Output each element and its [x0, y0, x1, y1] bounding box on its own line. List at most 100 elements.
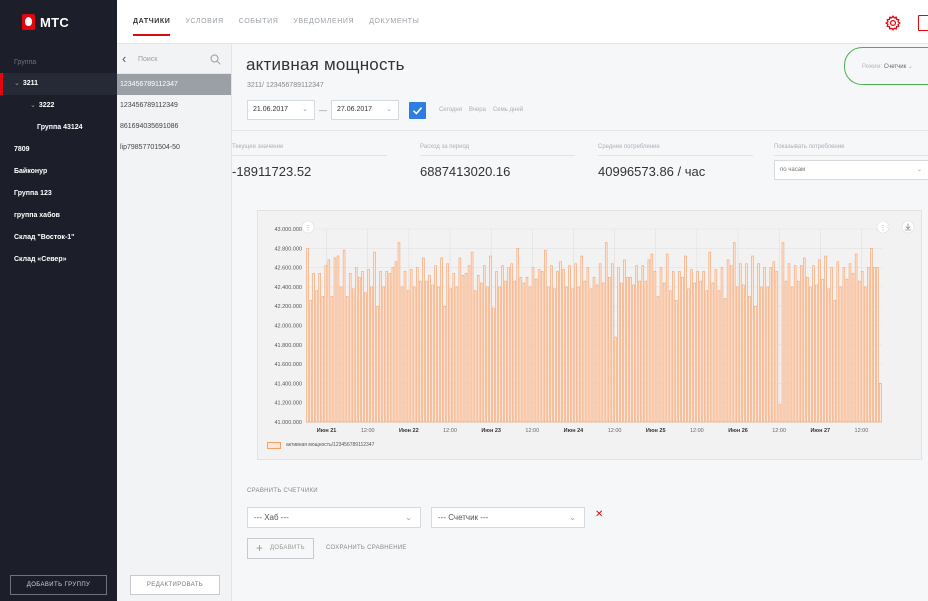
bar[interactable]	[361, 271, 364, 423]
bar[interactable]	[809, 286, 812, 423]
bar[interactable]	[382, 286, 385, 423]
tab-conditions[interactable]: условия	[185, 0, 223, 44]
bar[interactable]	[528, 286, 532, 423]
bar[interactable]	[586, 267, 590, 423]
bar[interactable]	[781, 242, 785, 423]
bar[interactable]	[556, 271, 559, 423]
bar[interactable]	[568, 265, 571, 423]
bar[interactable]	[693, 282, 696, 423]
bar[interactable]	[772, 261, 776, 423]
bar[interactable]	[315, 290, 318, 423]
bar[interactable]	[495, 271, 498, 423]
sidebar-item-warehouse-sever[interactable]: Склад «Север»	[0, 249, 117, 271]
bar[interactable]	[513, 280, 517, 423]
bar[interactable]	[412, 286, 416, 423]
bar[interactable]	[845, 278, 849, 423]
bar[interactable]	[699, 280, 702, 423]
bar[interactable]	[623, 259, 626, 423]
bar[interactable]	[522, 282, 526, 423]
close-icon[interactable]: ✕	[595, 509, 603, 520]
bar[interactable]	[742, 284, 745, 423]
save-comparison-button[interactable]: сохранить сравнение	[326, 545, 407, 551]
bar[interactable]	[574, 263, 577, 423]
bar[interactable]	[330, 296, 334, 423]
bar[interactable]	[647, 259, 651, 423]
bar[interactable]	[714, 269, 718, 423]
bar[interactable]	[458, 257, 462, 423]
bar[interactable]	[470, 251, 474, 423]
bar[interactable]	[732, 242, 736, 423]
bar[interactable]	[705, 290, 709, 423]
bar[interactable]	[684, 255, 687, 423]
bar[interactable]	[790, 286, 794, 423]
sidebar-item-3211[interactable]: ⌄ 3211	[0, 73, 117, 95]
bar[interactable]	[336, 255, 340, 423]
bar[interactable]	[745, 263, 748, 423]
bar[interactable]	[364, 292, 367, 423]
bar[interactable]	[760, 286, 763, 423]
consumption-period-select[interactable]: по часам ⌄	[774, 160, 928, 180]
bar[interactable]	[827, 288, 830, 423]
bar[interactable]	[519, 276, 523, 423]
bar[interactable]	[595, 284, 599, 423]
edit-button[interactable]: редактировать	[130, 575, 220, 595]
sidebar-item-warehouse-vostok[interactable]: Склад "Восток-1"	[0, 227, 117, 249]
bar[interactable]	[547, 286, 550, 423]
bar[interactable]	[720, 267, 724, 423]
bar[interactable]	[796, 280, 800, 423]
sidebar-item-group-43124[interactable]: Группа 43124	[0, 117, 117, 139]
bar[interactable]	[431, 284, 434, 423]
device-item[interactable]: lip79857701504-50	[117, 137, 231, 158]
bar[interactable]	[617, 267, 620, 423]
bar[interactable]	[415, 267, 419, 423]
bar[interactable]	[321, 296, 325, 423]
bar[interactable]	[784, 280, 788, 423]
bar[interactable]	[815, 284, 818, 423]
bar[interactable]	[367, 269, 370, 423]
bar[interactable]	[806, 276, 809, 423]
bar[interactable]	[638, 280, 641, 423]
bar[interactable]	[473, 290, 477, 423]
bar[interactable]	[665, 253, 669, 423]
sidebar-item-group-123[interactable]: Группа 123	[0, 183, 117, 205]
bar[interactable]	[735, 286, 739, 423]
bar[interactable]	[671, 271, 675, 423]
bar[interactable]	[611, 263, 614, 423]
bar[interactable]	[601, 282, 605, 423]
bar[interactable]	[675, 300, 678, 423]
apply-date-button[interactable]	[409, 101, 426, 119]
bar[interactable]	[440, 257, 443, 423]
bar[interactable]	[876, 267, 879, 423]
bar[interactable]	[729, 265, 733, 423]
bar[interactable]	[358, 276, 361, 423]
device-item[interactable]: 861694035691086	[117, 116, 231, 137]
bar[interactable]	[708, 251, 712, 423]
bar[interactable]	[717, 290, 721, 423]
bar[interactable]	[632, 284, 635, 423]
bar[interactable]	[659, 267, 663, 423]
bar[interactable]	[620, 282, 623, 423]
bar[interactable]	[355, 267, 358, 423]
tab-events[interactable]: события	[239, 0, 279, 44]
bar[interactable]	[818, 259, 821, 423]
bar[interactable]	[641, 265, 645, 423]
bar[interactable]	[592, 276, 596, 423]
bar[interactable]	[687, 288, 690, 423]
bar[interactable]	[726, 259, 730, 423]
bar[interactable]	[486, 286, 489, 423]
bar[interactable]	[863, 286, 867, 423]
search-icon[interactable]	[210, 54, 221, 65]
bar[interactable]	[565, 286, 568, 423]
bar[interactable]	[507, 267, 510, 423]
bar[interactable]	[379, 271, 382, 423]
bar[interactable]	[571, 288, 574, 423]
add-button[interactable]: + добавить	[247, 538, 314, 559]
bar[interactable]	[400, 286, 404, 423]
bar[interactable]	[577, 286, 581, 423]
bar[interactable]	[345, 296, 349, 423]
bar[interactable]	[778, 404, 782, 423]
bar[interactable]	[696, 271, 699, 423]
bar[interactable]	[851, 273, 855, 423]
bar[interactable]	[763, 267, 766, 423]
bar[interactable]	[501, 265, 504, 423]
